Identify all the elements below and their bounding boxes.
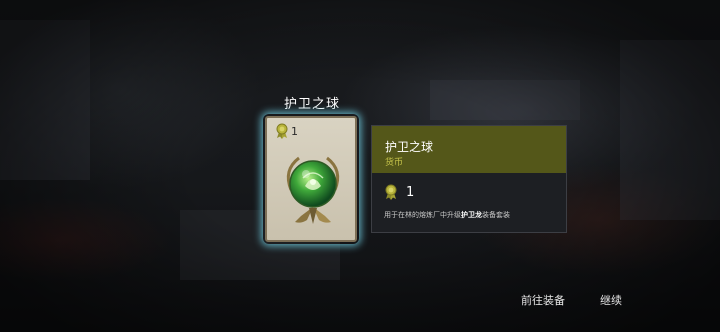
medal-icon <box>385 184 397 200</box>
item-title: 护卫之球 <box>283 97 340 112</box>
panel-count-value: 1 <box>406 184 415 200</box>
panel-count: 1 <box>384 184 414 200</box>
item-card[interactable]: 1 <box>265 116 357 242</box>
panel-item-name: 护卫之球 <box>385 140 434 154</box>
item-detail-panel: 护卫之球 货币 1 用于在林的熔炼厂中升级护卫龙装备套装 <box>371 125 567 233</box>
continue-button[interactable]: 继续 <box>600 292 622 308</box>
description-prefix: 用于在林的熔炼厂中升级 <box>384 211 461 219</box>
go-to-equipment-button[interactable]: 前往装备 <box>521 292 565 308</box>
card-count-value: 1 <box>291 124 298 138</box>
panel-header: 护卫之球 货币 <box>372 126 566 173</box>
medal-icon <box>276 123 288 139</box>
panel-description: 用于在林的熔炼厂中升级护卫龙装备套装 <box>384 210 510 220</box>
green-orb-icon <box>286 156 340 224</box>
vignette-overlay <box>0 0 720 332</box>
description-highlight: 护卫龙 <box>461 211 482 219</box>
description-suffix: 装备套装 <box>482 211 510 219</box>
card-count: 1 <box>275 123 298 139</box>
panel-item-type: 货币 <box>385 158 404 168</box>
